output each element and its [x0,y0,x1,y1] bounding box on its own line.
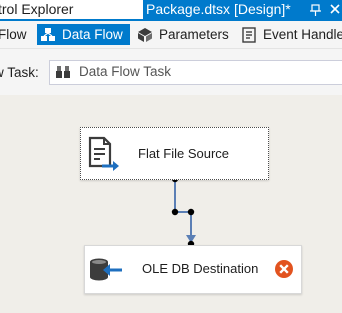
ole-db-destination-label: OLE DB Destination [142,261,259,276]
tab-data-flow[interactable]: Data Flow [37,24,130,45]
flat-file-source-component[interactable]: Flat File Source [80,127,269,180]
tab-control-flow-label: Flow [0,27,27,42]
close-tab-icon[interactable] [329,0,342,19]
pin-icon[interactable] [309,0,323,19]
task-selector-bar: w Task: Data Flow Task [0,48,342,96]
data-flow-task-dropdown[interactable]: Data Flow Task [49,60,342,85]
designer-tab-bar: Flow Data Flow Parameters Event Handle [0,21,342,48]
ole-db-destination-component[interactable]: OLE DB Destination [84,245,302,294]
data-flow-task-icon [56,66,70,78]
data-flow-task-label: w Task: [0,65,39,80]
tab-parameters[interactable]: Parameters [136,24,232,45]
data-flow-icon [41,28,55,41]
error-icon[interactable] [274,259,294,279]
data-flow-canvas[interactable]: Flat File Source OLE DB Destination [0,95,342,313]
flat-file-source-icon [88,136,119,171]
document-tab-strip: trol Explorer Package.dtsx [Design]* [0,0,342,19]
tab-event-handlers-label: Event Handle [263,27,342,42]
ole-db-destination-icon [90,258,122,281]
parameters-icon [138,28,152,42]
tab-data-flow-label: Data Flow [62,27,123,42]
flat-file-source-label: Flat File Source [138,146,230,161]
tab-control-flow[interactable]: Flow [0,24,30,45]
tab-parameters-label: Parameters [159,27,229,42]
tab-control-explorer[interactable]: trol Explorer [0,0,143,19]
tab-event-handlers[interactable]: Event Handle [238,24,342,45]
data-flow-task-value: Data Flow Task [79,64,172,79]
tab-control-explorer-label: trol Explorer [0,1,74,17]
event-handlers-icon [242,27,256,43]
tab-package-design-label: Package.dtsx [Design]* [146,1,291,17]
